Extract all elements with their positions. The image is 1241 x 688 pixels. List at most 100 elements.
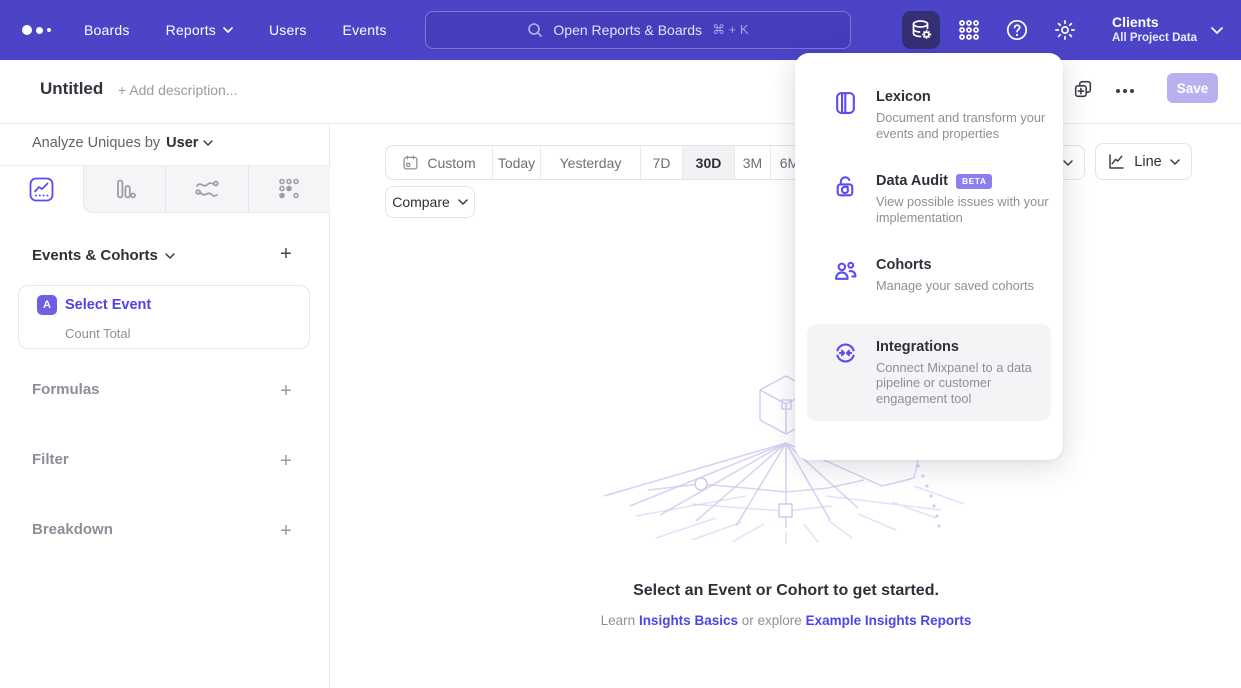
date-range-7d[interactable]: 7D <box>640 146 682 179</box>
chevron-down-icon <box>1211 27 1223 34</box>
example-insights-reports-link[interactable]: Example Insights Reports <box>806 613 972 628</box>
beta-badge: BETA <box>956 174 993 189</box>
org-name: Clients <box>1112 14 1197 31</box>
compare-button[interactable]: Compare <box>385 186 475 218</box>
date-range-custom[interactable]: Custom <box>386 146 492 179</box>
add-description-field[interactable]: + Add description... <box>118 82 237 98</box>
analyze-uniques-row: Analyze Uniques by User <box>32 135 213 151</box>
breakdown-label: Breakdown <box>32 521 113 538</box>
chevron-down-icon <box>203 140 213 146</box>
chart-style-label: Line <box>1134 154 1161 170</box>
event-letter-badge: A <box>37 295 57 315</box>
date-range-today-label: Today <box>498 155 535 171</box>
menu-item-desc: Manage your saved cohorts <box>876 278 1034 294</box>
logo-dot <box>22 25 32 35</box>
project-selector[interactable]: Clients All Project Data <box>1112 14 1223 46</box>
top-nav-bar: Boards Reports Users Events Open Reports… <box>0 0 1241 60</box>
analyze-by-dropdown[interactable]: User <box>166 135 213 151</box>
search-icon <box>527 22 543 38</box>
tab-flow-chart[interactable] <box>165 166 248 213</box>
project-name: All Project Data <box>1112 31 1197 46</box>
nav-reports-label: Reports <box>166 22 216 38</box>
logo-dot <box>36 27 43 34</box>
analyze-by-value: User <box>166 135 198 151</box>
data-audit-lock-icon <box>833 173 859 225</box>
report-title[interactable]: Untitled <box>40 79 103 99</box>
date-range-30d-label: 30D <box>696 155 722 171</box>
gear-icon <box>1053 18 1077 42</box>
grid-icon <box>957 18 981 42</box>
search-input[interactable]: Open Reports & Boards ⌘ + K <box>425 11 851 49</box>
events-cohorts-header[interactable]: Events & Cohorts <box>32 247 175 264</box>
menu-item-title: Cohorts <box>876 257 932 273</box>
report-canvas: Custom Today Yesterday 7D 30D 3M 6M Comp… <box>331 124 1241 688</box>
nav-events[interactable]: Events <box>343 22 387 38</box>
insights-basics-link[interactable]: Insights Basics <box>639 613 738 628</box>
flow-icon <box>194 177 220 201</box>
database-gear-icon <box>909 18 933 42</box>
select-event-link[interactable]: Select Event <box>65 297 151 313</box>
nav-users-label: Users <box>269 22 307 38</box>
bar-chart-icon <box>112 177 136 201</box>
settings-gear-icon[interactable] <box>1046 11 1084 49</box>
chevron-down-icon <box>1170 159 1180 165</box>
formulas-label: Formulas <box>32 381 100 398</box>
menu-item-text: Integrations Connect Mixpanel to a data … <box>876 339 1037 407</box>
menu-item-cohorts[interactable]: Cohorts Manage your saved cohorts <box>807 257 1051 294</box>
tab-metric-grid[interactable] <box>248 166 331 213</box>
chart-style-dropdown[interactable]: Line <box>1095 143 1192 180</box>
more-options-button[interactable] <box>1112 78 1138 104</box>
date-range-3m-label: 3M <box>743 155 762 171</box>
count-total-label[interactable]: Count Total <box>65 326 131 341</box>
app-root: Boards Reports Users Events Open Reports… <box>0 0 1241 688</box>
date-range-7d-label: 7D <box>653 155 671 171</box>
menu-item-lexicon[interactable]: Lexicon Document and transform your even… <box>807 89 1051 141</box>
search-placeholder: Open Reports & Boards <box>553 22 702 38</box>
duplicate-button[interactable] <box>1072 78 1094 100</box>
menu-item-data-audit[interactable]: Data Audit BETA View possible issues wit… <box>807 173 1051 225</box>
nav-events-label: Events <box>343 22 387 38</box>
date-range-yesterday-label: Yesterday <box>560 155 622 171</box>
chevron-down-icon <box>1063 160 1073 166</box>
help-icon[interactable] <box>998 11 1036 49</box>
add-breakdown-button[interactable]: + <box>275 520 297 542</box>
add-filter-button[interactable]: + <box>275 450 297 472</box>
cohorts-people-icon <box>833 257 859 294</box>
apps-grid-icon[interactable] <box>950 11 988 49</box>
date-range-today[interactable]: Today <box>492 146 540 179</box>
tab-line-chart[interactable] <box>0 166 83 213</box>
save-button[interactable]: Save <box>1167 73 1218 103</box>
nav-users[interactable]: Users <box>269 22 307 38</box>
date-range-3m[interactable]: 3M <box>734 146 770 179</box>
lexicon-book-icon <box>833 89 859 141</box>
primary-nav: Boards Reports Users Events <box>84 22 387 38</box>
mixpanel-logo[interactable] <box>22 25 68 35</box>
events-cohorts-label: Events & Cohorts <box>32 247 158 264</box>
project-selector-text: Clients All Project Data <box>1112 14 1197 46</box>
nav-reports[interactable]: Reports <box>166 22 233 38</box>
empty-state-title: Select an Event or Cohort to get started… <box>331 582 1241 600</box>
menu-item-desc: View possible issues with your implement… <box>876 194 1051 225</box>
dots-grid-icon <box>277 177 301 201</box>
question-circle-icon <box>1005 18 1029 42</box>
menu-item-integrations[interactable]: Integrations Connect Mixpanel to a data … <box>807 324 1051 422</box>
add-formula-button[interactable]: + <box>275 380 297 402</box>
add-event-button[interactable]: + <box>275 243 297 265</box>
date-range-custom-label: Custom <box>427 155 475 171</box>
menu-item-text: Lexicon Document and transform your even… <box>876 89 1051 141</box>
search-shortcut: ⌘ + K <box>712 22 749 38</box>
breakdown-section: Breakdown + <box>0 516 330 546</box>
event-card[interactable]: A Select Event Count Total <box>18 285 310 349</box>
empty-state-links: Learn Insights Basics or explore Example… <box>331 613 1241 628</box>
date-range-30d-active[interactable]: 30D <box>682 146 734 179</box>
menu-item-desc: Document and transform your events and p… <box>876 110 1051 141</box>
compare-label: Compare <box>392 194 450 210</box>
data-management-icon[interactable] <box>902 11 940 49</box>
tab-bar-chart[interactable] <box>83 166 166 213</box>
date-range-yesterday[interactable]: Yesterday <box>540 146 640 179</box>
nav-boards[interactable]: Boards <box>84 22 130 38</box>
line-chart-icon <box>29 177 54 202</box>
logo-dot <box>47 28 51 32</box>
chevron-down-icon <box>223 27 233 33</box>
formulas-section: Formulas + <box>0 376 330 406</box>
